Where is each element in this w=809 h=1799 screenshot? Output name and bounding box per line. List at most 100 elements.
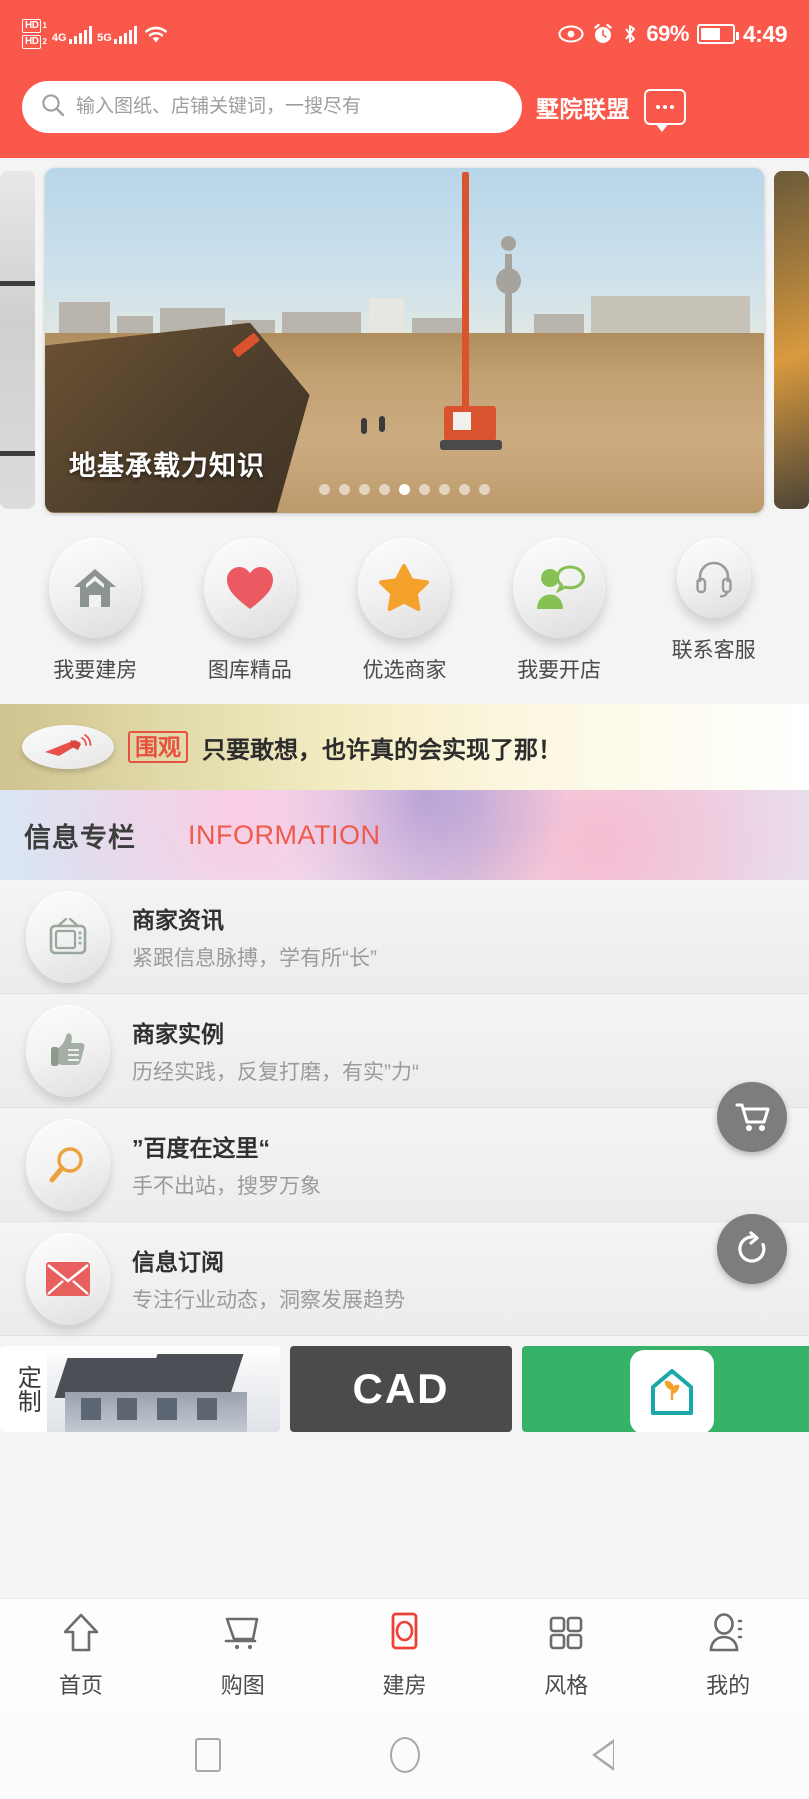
banner-pile-rig-mast: [462, 171, 470, 432]
search-icon: [40, 92, 66, 123]
battery-icon: [696, 24, 739, 44]
tab-home[interactable]: 首页: [0, 1610, 162, 1700]
carousel-dot[interactable]: [399, 483, 410, 495]
home-outline-icon: [58, 1610, 104, 1661]
info-row-subtitle: 紧跟信息脉搏，学有所“长”: [132, 947, 377, 970]
eye-icon: [558, 24, 584, 44]
promo-card-green[interactable]: [522, 1346, 809, 1432]
app-root: HD 1 HD 2 4G 5G 69% 4:49 输入图纸、店铺关键词，一搜尽有…: [0, 0, 809, 1799]
promo-card-strip: 定制 CAD: [0, 1336, 809, 1432]
promo-card-cad[interactable]: CAD: [290, 1346, 512, 1432]
quick-action-tuku[interactable]: 图库精品: [176, 538, 323, 684]
cad-label: CAD: [352, 1365, 450, 1412]
info-row-subscription[interactable]: 信息订阅 专注行业动态，洞察发展趋势: [0, 1214, 809, 1336]
quick-action-label: 我要建房: [53, 659, 138, 682]
clock-label: 4:49: [742, 20, 788, 47]
house-render: [47, 1346, 280, 1432]
carousel-dot[interactable]: [439, 483, 450, 495]
info-title-cn: 信息专栏: [24, 822, 136, 853]
tab-profile[interactable]: 我的: [647, 1610, 809, 1700]
banner-pile-rig-track: [440, 439, 503, 450]
quick-action-grid: 我要建房 图库精品 优选商家 我要开店 联系客服: [0, 516, 809, 704]
info-row-title: ”百度在这里“: [132, 1135, 270, 1161]
info-title-en: INFORMATION: [188, 819, 381, 850]
info-row-title: 商家实例: [132, 1021, 224, 1047]
tab-label: 风格: [544, 1672, 589, 1698]
quick-action-kefu[interactable]: 联系客服: [640, 538, 787, 664]
carousel-dot[interactable]: [419, 483, 430, 495]
quick-action-label: 联系客服: [671, 639, 756, 662]
quick-action-label: 我要开店: [517, 659, 602, 682]
carousel-dot[interactable]: [459, 483, 470, 495]
promo-card-custom[interactable]: 定制: [0, 1346, 280, 1432]
person-speech-icon: [513, 538, 606, 638]
banner-carousel[interactable]: 地基承载力知识: [0, 158, 809, 516]
signal-bars-1: [68, 24, 93, 44]
tab-buy[interactable]: 购图: [162, 1610, 324, 1700]
heart-icon: [203, 538, 296, 638]
carousel-prev-slide[interactable]: [0, 171, 35, 509]
chat-icon[interactable]: [644, 89, 686, 132]
wifi-icon: [142, 23, 170, 45]
page-content: 地基承载力知识 我要建房 图库精品 优选商家 我要开店 联系客服 围观 只要敢想…: [0, 158, 809, 1598]
bluetooth-icon: [622, 23, 638, 45]
info-list: 商家资讯 紧跟信息脉搏，学有所“长” 商家实例 历经实践，反复打磨，有实”力“: [0, 880, 809, 1336]
info-row-merchant-news[interactable]: 商家资讯 紧跟信息脉搏，学有所“长”: [0, 880, 809, 994]
info-row-subtitle: 历经实践，反复打磨，有实”力“: [132, 1061, 419, 1084]
home-icon: [49, 538, 142, 638]
cart-outline-icon: [220, 1610, 266, 1661]
headset-icon: [676, 538, 751, 618]
search-header: 墅院联盟: [0, 68, 809, 158]
carousel-dots[interactable]: [45, 483, 764, 495]
tab-label: 购图: [220, 1672, 265, 1698]
carousel-dot[interactable]: [379, 483, 390, 495]
triangle-back-icon[interactable]: [590, 1737, 615, 1773]
square-icon[interactable]: [194, 1737, 221, 1772]
circle-icon[interactable]: [390, 1736, 421, 1773]
brand-label: 墅院联盟: [536, 96, 630, 122]
info-row-merchant-cases[interactable]: 商家实例 历经实践，反复打磨，有实”力“: [0, 994, 809, 1108]
signal-bars-2: [113, 24, 138, 44]
notice-bar[interactable]: 围观 只要敢想，也许真的会实现了那！: [0, 704, 809, 790]
info-section-header: 信息专栏 INFORMATION: [0, 790, 809, 880]
quick-action-label: 优选商家: [362, 659, 447, 682]
android-nav-bar: [0, 1710, 809, 1799]
banner-worker: [361, 417, 368, 434]
grid-icon: [543, 1610, 589, 1661]
info-row-baidu-here[interactable]: ”百度在这里“ 手不出站，搜罗万象: [0, 1082, 809, 1222]
carousel-dot[interactable]: [479, 483, 490, 495]
network-gen-1: 4G: [51, 32, 67, 44]
tab-style[interactable]: 风格: [485, 1610, 647, 1700]
quick-action-jianfang[interactable]: 我要建房: [22, 538, 169, 684]
tab-build[interactable]: 建房: [324, 1610, 486, 1700]
envelope-icon: [26, 1232, 110, 1325]
info-row-texts: 商家资讯 紧跟信息脉搏，学有所“长”: [132, 901, 377, 972]
carousel-dot[interactable]: [339, 483, 350, 495]
carousel-dot[interactable]: [359, 483, 370, 495]
thumbs-up-icon: [26, 1004, 110, 1097]
carousel-current-slide[interactable]: 地基承载力知识: [45, 167, 764, 513]
status-bar-left: HD 1 HD 2 4G 5G: [22, 19, 170, 49]
magnifier-icon: [26, 1118, 110, 1211]
dual-sim-indicator: HD 1 HD 2: [22, 19, 47, 49]
carousel-dot[interactable]: [319, 483, 330, 495]
cart-fab[interactable]: [717, 1082, 787, 1152]
carousel-next-slide[interactable]: [774, 171, 809, 509]
info-row-subtitle: 专注行业动态，洞察发展趋势: [132, 1289, 405, 1312]
alarm-icon: [592, 23, 614, 45]
quick-action-shangjia[interactable]: 优选商家: [331, 538, 478, 684]
refresh-fab[interactable]: [717, 1214, 787, 1284]
notice-badge: 围观: [128, 730, 188, 764]
status-bar: HD 1 HD 2 4G 5G 69% 4:49: [0, 0, 809, 68]
banner-caption: 地基承载力知识: [69, 450, 265, 481]
info-row-title: 商家资讯: [132, 907, 224, 933]
search-input[interactable]: [76, 96, 504, 118]
tab-label: 首页: [58, 1672, 103, 1698]
quick-action-label: 图库精品: [207, 659, 292, 682]
search-box[interactable]: [22, 81, 522, 133]
quick-action-kaidian[interactable]: 我要开店: [486, 538, 633, 684]
house-plant-icon: [630, 1350, 714, 1432]
info-row-title: 信息订阅: [132, 1249, 224, 1275]
notice-text: 只要敢想，也许真的会实现了那！: [202, 736, 562, 764]
info-row-texts: ”百度在这里“ 手不出站，搜罗万象: [132, 1129, 321, 1200]
